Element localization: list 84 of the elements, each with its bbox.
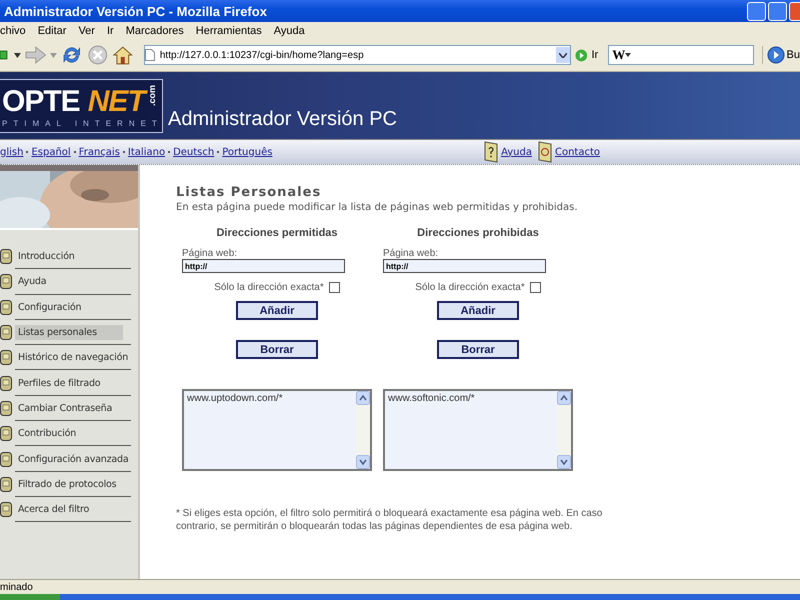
window-title: Administrador Versión PC - Mozilla Firefox (4, 4, 268, 18)
sidebar-item[interactable]: Contribución (15, 426, 123, 442)
menu-item[interactable]: Ir (106, 24, 122, 36)
scroll-up-icon[interactable] (557, 391, 571, 405)
folder-icon (0, 274, 13, 290)
header-link[interactable]: Contacto (554, 146, 600, 158)
sidebar-item[interactable]: Configuración (15, 300, 123, 315)
add-button[interactable]: Añadir (236, 301, 318, 320)
field-label: Página web: (383, 248, 440, 259)
folder-icon (0, 400, 13, 416)
folder-icon (0, 452, 13, 467)
language-link[interactable]: Italiano (128, 146, 166, 158)
scroll-down-icon[interactable] (356, 455, 370, 469)
sidebar-item[interactable]: Filtrado de protocolos (15, 476, 123, 492)
column-heading: Direcciones permitidas (215, 227, 339, 239)
list-entry[interactable]: www.softonic.com/* (388, 393, 554, 404)
list-box[interactable]: www.uptodown.com/* (182, 389, 372, 471)
add-button[interactable]: Añadir (437, 301, 519, 320)
go-icon[interactable] (574, 48, 588, 62)
folder-icon (0, 325, 13, 340)
sidebar-item[interactable]: Configuración avanzada (15, 452, 132, 467)
delete-button[interactable]: Borrar (437, 340, 519, 359)
menu-item[interactable]: Marcadores (126, 24, 192, 36)
column-heading: Direcciones prohibidas (416, 227, 540, 239)
contact-icon (538, 141, 552, 163)
search-field[interactable]: W (608, 45, 754, 65)
maximize-button[interactable] (768, 2, 787, 20)
dropdown-icon[interactable] (14, 52, 21, 58)
language-link[interactable]: glish (0, 146, 24, 158)
scroll-down-icon[interactable] (557, 455, 571, 469)
stop-icon[interactable] (86, 44, 108, 66)
status-text: minado (0, 582, 33, 592)
checkbox-label: Sólo la dirección exacta* (214, 282, 324, 293)
folder-icon (0, 249, 13, 264)
language-link[interactable]: Français (78, 146, 120, 158)
sidebar-item[interactable]: Listas personales (15, 325, 123, 340)
banner-title: Administrador Versión PC (168, 108, 397, 131)
menu-item[interactable]: Editar (38, 24, 74, 36)
dropdown-icon[interactable] (558, 52, 567, 58)
url-field[interactable]: http:// (383, 259, 546, 273)
close-button[interactable] (789, 2, 800, 20)
home-icon[interactable] (112, 44, 134, 66)
scrollbar[interactable] (356, 391, 370, 469)
help-icon (484, 141, 498, 163)
folder-icon (0, 376, 13, 391)
scrollbar[interactable] (557, 391, 571, 469)
page-description: En esta página puede modificar la lista de páginas web permitidas y prohibidas. (176, 202, 579, 213)
page-icon (144, 49, 155, 61)
header-link[interactable]: Ayuda (501, 146, 532, 158)
scroll-up-icon[interactable] (356, 391, 370, 405)
language-link[interactable]: Português (222, 146, 272, 158)
language-link[interactable]: Deutsch (173, 146, 214, 158)
address-field[interactable]: http://127.0.0.1:10237/cgi-bin/home?lang=esp (144, 45, 571, 65)
folder-icon (0, 350, 13, 366)
menu-item[interactable]: Ver (78, 24, 103, 36)
search-button[interactable]: Bu (762, 46, 800, 64)
list-entry[interactable]: www.uptodown.com/* (187, 393, 353, 404)
sidebar-item[interactable]: Perfiles de filtrado (15, 376, 123, 391)
minimize-button[interactable] (747, 2, 766, 20)
checkbox-label: Sólo la dirección exacta* (415, 282, 525, 293)
menu-item[interactable]: chivo (0, 24, 34, 36)
menu-item[interactable]: Ayuda (274, 24, 313, 36)
checkbox[interactable] (530, 282, 541, 293)
url-field[interactable]: http:// (182, 259, 345, 273)
folder-icon (0, 426, 13, 442)
dropdown-icon[interactable] (625, 53, 632, 57)
sidebar-item[interactable]: Introducción (15, 249, 123, 264)
sidebar-item[interactable]: Ayuda (15, 274, 123, 290)
sidebar-item[interactable]: Acerca del filtro (15, 502, 123, 518)
logo: OPTE NET .com PTIMAL INTERNET (0, 79, 163, 133)
page-heading: Listas Personales (176, 185, 322, 200)
menu-item[interactable]: Herramientas (196, 24, 270, 36)
sidebar-item[interactable]: Histórico de navegación (15, 350, 132, 366)
language-link[interactable]: Español (31, 146, 71, 158)
field-label: Página web: (182, 248, 238, 259)
folder-icon (0, 300, 13, 315)
delete-button[interactable]: Borrar (236, 340, 318, 359)
folder-icon (0, 502, 13, 518)
footnote: * Si eliges esta opción, el filtro solo permitirá o bloqueará exactamente esa página web. En caso contrario, se permitirán o bloquearán todas las páginas dependientes de esa página web. (176, 507, 604, 533)
folder-icon (0, 476, 13, 492)
list-box[interactable]: www.softonic.com/* (383, 389, 573, 471)
checkbox[interactable] (328, 282, 340, 293)
go-label[interactable]: Ir (591, 49, 598, 61)
sidebar-item[interactable]: Cambiar Contraseña (15, 400, 123, 416)
